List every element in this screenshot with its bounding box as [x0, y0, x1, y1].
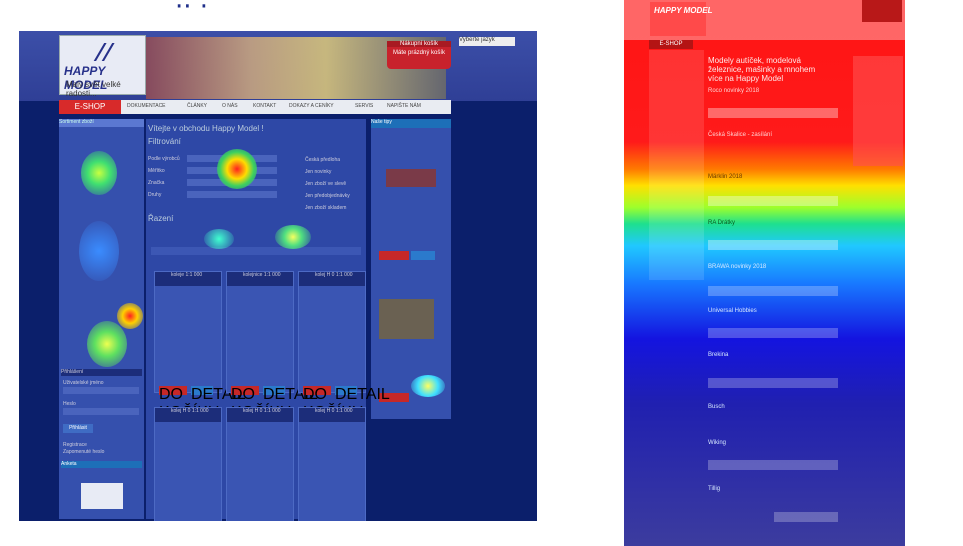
poll-title: Anketa — [61, 461, 142, 468]
logo-slogan: Malý svět velké radosti... — [66, 80, 121, 98]
product-card[interactable]: kolej H 0 1:1 000 — [226, 407, 294, 521]
product-thumbnail-row[interactable] — [708, 196, 838, 206]
logo-mark-icon: // — [92, 40, 116, 65]
filter-label-producers: Podle výrobců — [148, 156, 180, 162]
decorative-dots: ·· · — [175, 0, 209, 22]
detail-button[interactable]: DETAIL — [263, 386, 318, 403]
detail-button[interactable]: DETAIL — [335, 386, 390, 403]
product-card[interactable]: kolej H 0 1:1 000 — [298, 407, 366, 521]
section-heading[interactable]: Roco novinky 2018 — [708, 88, 759, 94]
card-title: kolej H 0 1:1 000 — [227, 408, 293, 422]
section-heading[interactable]: Tillig — [708, 486, 720, 492]
pagination[interactable] — [151, 247, 361, 255]
cart-box[interactable] — [862, 0, 902, 22]
checkbox-new[interactable]: Jen novinky — [305, 169, 331, 175]
filter-label-brand: Značka — [148, 180, 165, 186]
tip-product-image[interactable] — [386, 169, 436, 187]
nav-link-3[interactable]: KONTAKT — [253, 103, 276, 109]
tips-box-title: Naše tipy — [371, 119, 451, 128]
heatmap-screenshot-right: HAPPY MODEL E-SHOP Modely autíček, model… — [624, 0, 905, 546]
nav-link-2[interactable]: O NÁS — [222, 103, 238, 109]
forgot-password-link[interactable]: Zapomenuté heslo — [63, 449, 104, 455]
section-heading[interactable]: RA Drátky — [708, 220, 735, 226]
poll-results — [81, 483, 123, 509]
nav-link-6[interactable]: NAPIŠTE NÁM — [387, 103, 421, 109]
page-title: Vítejte v obchodu Happy Model ! — [148, 124, 264, 133]
checkbox-preorder[interactable]: Jen předobjednávky — [305, 193, 350, 199]
nav-link-0[interactable]: DOKUMENTACE — [127, 103, 166, 109]
section-heading[interactable]: Busch — [708, 404, 725, 410]
nav-link-4[interactable]: DOKAZY A CENÍKY — [289, 103, 334, 109]
tip-buy-button[interactable] — [379, 251, 409, 260]
tip-detail-button[interactable] — [411, 251, 435, 260]
filter-label-type: Druhy — [148, 192, 162, 198]
heat-spot — [87, 321, 127, 367]
nav-link-5[interactable]: SERVIS — [355, 103, 373, 109]
eshop-button[interactable]: E-SHOP — [59, 100, 121, 114]
product-thumbnail-row[interactable] — [708, 286, 838, 296]
card-title: kolej H 0 1:1 000 — [299, 408, 365, 422]
buy-button[interactable]: DO KOŠÍKU — [303, 386, 363, 421]
login-password-input[interactable] — [63, 408, 139, 415]
product-thumbnail-row[interactable] — [708, 328, 838, 338]
product-thumbnail-row[interactable] — [708, 240, 838, 250]
cart-box[interactable]: Nákupní košík Máte prázdný košík — [387, 41, 451, 69]
product-thumbnail-row[interactable] — [774, 512, 838, 522]
heat-spot — [411, 375, 445, 397]
logo-text: HAPPY MODEL — [654, 6, 713, 15]
side-widget — [853, 56, 903, 166]
heat-spot — [217, 149, 257, 189]
card-title: koleje 1:1 000 — [155, 272, 221, 286]
product-card[interactable]: koleje 1:1 000 DO KOŠÍKU DETAIL — [154, 271, 246, 421]
login-title: Přihlášení — [61, 369, 142, 376]
login-username-label: Uživatelské jméno — [63, 380, 104, 386]
section-heading[interactable]: Česká Skalice - zasílání — [708, 132, 772, 138]
product-thumbnail-row[interactable] — [708, 108, 838, 118]
register-link[interactable]: Registrace — [63, 442, 87, 448]
heat-spot — [275, 225, 311, 249]
eshop-button[interactable]: E-SHOP — [649, 40, 693, 49]
buy-button[interactable]: DO KOŠÍKU — [231, 386, 291, 421]
section-heading[interactable]: Wiking — [708, 440, 726, 446]
heat-spot — [117, 303, 143, 329]
category-sidebar — [649, 50, 704, 280]
section-heading[interactable]: Märklin 2018 — [708, 174, 742, 180]
type-select[interactable] — [187, 191, 277, 198]
product-card[interactable]: kolej H 0 1:1 000 DO KOŠÍKU DETAIL — [298, 271, 390, 421]
section-heading[interactable]: BRAWA novinky 2018 — [708, 264, 766, 270]
checkbox-stock[interactable]: Jen zboží skladem — [305, 205, 346, 211]
cart-empty-text: Máte prázdný košík — [392, 50, 446, 56]
logo[interactable]: // HAPPY MODEL Malý svět velké radosti..… — [59, 35, 146, 98]
card-title: kolej H 0 1:1 000 — [155, 408, 221, 422]
tip-product-image-2[interactable] — [379, 299, 434, 339]
section-heading[interactable]: Brekina — [708, 352, 728, 358]
login-button[interactable]: Přihlásit — [63, 424, 93, 433]
checkbox-sale[interactable]: Jen zboží ve slevě — [305, 181, 346, 187]
page-headline: Modely autíček, modelová železnice, maši… — [708, 56, 816, 83]
heat-spot — [204, 229, 234, 249]
product-thumbnail-row[interactable] — [708, 378, 838, 388]
product-thumbnail-row[interactable] — [708, 460, 838, 470]
checkbox-czech[interactable]: Česká předloha — [305, 157, 340, 163]
heat-spot — [79, 221, 119, 281]
product-card[interactable]: kolejnice 1:1 000 DO KOŠÍKU DETAIL — [226, 271, 318, 421]
login-password-label: Heslo — [63, 401, 76, 407]
detail-button[interactable]: DETAIL — [191, 386, 246, 403]
product-card[interactable]: kolej H 0 1:1 000 — [154, 407, 222, 521]
sidebar-heading: Sortiment zboží — [59, 119, 144, 127]
tips-box — [371, 119, 451, 419]
login-username-input[interactable] — [63, 387, 139, 394]
language-select[interactable]: Vyberte jazyk — [459, 37, 515, 46]
heat-spot — [81, 151, 117, 195]
card-title: kolej H 0 1:1 000 — [299, 272, 365, 286]
sort-title: Řazení — [148, 214, 174, 223]
buy-button[interactable]: DO KOŠÍKU — [159, 386, 219, 421]
nav-link-1[interactable]: ČLÁNKY — [187, 103, 207, 109]
card-title: kolejnice 1:1 000 — [227, 272, 293, 286]
cart-title: Nákupní košík — [387, 41, 451, 47]
section-heading[interactable]: Universal Hobbies — [708, 308, 757, 314]
heatmap-screenshot-left: // HAPPY MODEL Malý svět velké radosti..… — [19, 31, 537, 521]
filter-label-scale: Měřítko — [148, 168, 165, 174]
filter-title: Filtrování — [148, 137, 181, 146]
